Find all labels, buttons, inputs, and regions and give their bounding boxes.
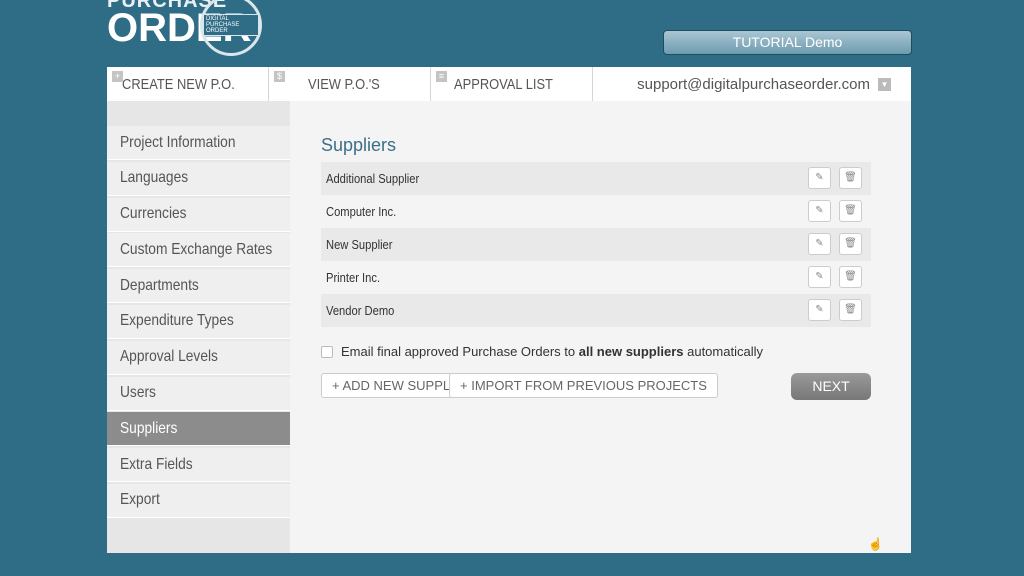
sidebar-item-label: Currencies [120, 205, 187, 223]
supplier-name: New Supplier [326, 237, 393, 252]
email-checkbox[interactable] [321, 345, 333, 358]
trash-icon[interactable]: 🗑 [839, 233, 862, 255]
tab-label: CREATE NEW P.O. [121, 75, 235, 93]
user-email: support@digitalpurchaseorder.com [637, 75, 870, 93]
sidebar-item-suppliers[interactable]: Suppliers [107, 412, 290, 447]
trash-icon[interactable]: 🗑 [839, 167, 862, 189]
tutorial-demo-button[interactable]: TUTORIAL Demo [663, 30, 912, 55]
tab-label: APPROVAL LIST [453, 75, 553, 93]
supplier-row: Vendor Demo ✎ 🗑 [321, 294, 871, 327]
next-button[interactable]: NEXT [791, 373, 871, 400]
sidebar-item-users[interactable]: Users [107, 376, 290, 411]
edit-icon[interactable]: ✎ [808, 299, 831, 321]
trash-icon[interactable]: 🗑 [839, 200, 862, 222]
supplier-name: Printer Inc. [326, 270, 381, 285]
tab-label: VIEW P.O.'S [307, 75, 380, 93]
sidebar-item-export[interactable]: Export [107, 483, 290, 518]
supplier-row: Computer Inc. ✎ 🗑 [321, 195, 871, 228]
page-title: Suppliers [321, 135, 397, 155]
sidebar-item-label: Departments [120, 276, 199, 294]
sidebar-item-project-information[interactable]: Project Information [107, 126, 290, 160]
supplier-row: Additional Supplier ✎ 🗑 [321, 162, 871, 195]
sidebar-item-label: Languages [120, 169, 189, 187]
sidebar-item-custom-exchange-rates[interactable]: Custom Exchange Rates [107, 233, 290, 268]
import-from-previous-projects-button[interactable]: + IMPORT FROM PREVIOUS PROJECTS [449, 373, 718, 398]
sidebar: Project Information Languages Currencies Cu… [107, 101, 290, 553]
supplier-row: Printer Inc. ✎ 🗑 [321, 261, 871, 294]
trash-icon[interactable]: 🗑 [839, 266, 862, 288]
logo-seal: DIGITAL PURCHASE ORDER [200, 0, 262, 56]
sidebar-item-label: Extra Fields [120, 455, 193, 473]
supplier-name: Vendor Demo [326, 303, 395, 318]
supplier-name: Additional Supplier [326, 171, 420, 186]
sidebar-item-currencies[interactable]: Currencies [107, 197, 290, 232]
supplier-row: New Supplier ✎ 🗑 [321, 228, 871, 261]
seal-text: DIGITAL PURCHASE ORDER [203, 14, 259, 36]
trash-icon[interactable]: 🗑 [839, 299, 862, 321]
sidebar-item-departments[interactable]: Departments [107, 269, 290, 304]
sidebar-item-label: Export [120, 491, 160, 509]
actions: + ADD NEW SUPPLIER + IMPORT FROM PREVIOU… [321, 373, 871, 400]
dollar-icon: $ [274, 71, 285, 82]
sidebar-item-extra-fields[interactable]: Extra Fields [107, 448, 290, 483]
tab-approval-list[interactable]: ≡ APPROVAL LIST [431, 67, 593, 101]
edit-icon[interactable]: ✎ [808, 200, 831, 222]
sidebar-item-label: Users [120, 384, 156, 402]
edit-icon[interactable]: ✎ [808, 266, 831, 288]
chevron-down-icon[interactable]: ▼ [878, 77, 891, 91]
sidebar-item-languages[interactable]: Languages [107, 161, 290, 196]
sidebar-item-label: Expenditure Types [120, 312, 234, 330]
user-menu[interactable]: support@digitalpurchaseorder.com ▼ [593, 67, 911, 101]
email-label: Email final approved Purchase Orders to … [341, 344, 763, 359]
top-nav: + CREATE NEW P.O. $ VIEW P.O.'S ≡ APPROVAL … [107, 67, 911, 101]
edit-icon[interactable]: ✎ [808, 233, 831, 255]
cursor-icon: ☝ [868, 537, 883, 551]
sidebar-item-label: Approval Levels [120, 348, 218, 366]
main-panel: Project Information Languages Currencies Cu… [107, 101, 911, 553]
supplier-list: Additional Supplier ✎ 🗑 Computer Inc. ✎ 🗑 New … [321, 162, 871, 327]
sidebar-item-approval-levels[interactable]: Approval Levels [107, 340, 290, 375]
sidebar-item-label: Custom Exchange Rates [120, 240, 273, 258]
list-icon: ≡ [436, 71, 447, 82]
edit-icon[interactable]: ✎ [808, 167, 831, 189]
sidebar-item-label: Suppliers [120, 419, 178, 437]
email-option[interactable]: Email final approved Purchase Orders to … [321, 344, 871, 359]
content: Suppliers Additional Supplier ✎ 🗑 Computer … [321, 135, 871, 400]
sidebar-item-label: Project Information [120, 133, 236, 151]
sidebar-item-expenditure-types[interactable]: Expenditure Types [107, 304, 290, 339]
supplier-name: Computer Inc. [326, 204, 397, 219]
tab-create-new-po[interactable]: + CREATE NEW P.O. [107, 67, 269, 101]
tab-view-pos[interactable]: $ VIEW P.O.'S [269, 67, 431, 101]
